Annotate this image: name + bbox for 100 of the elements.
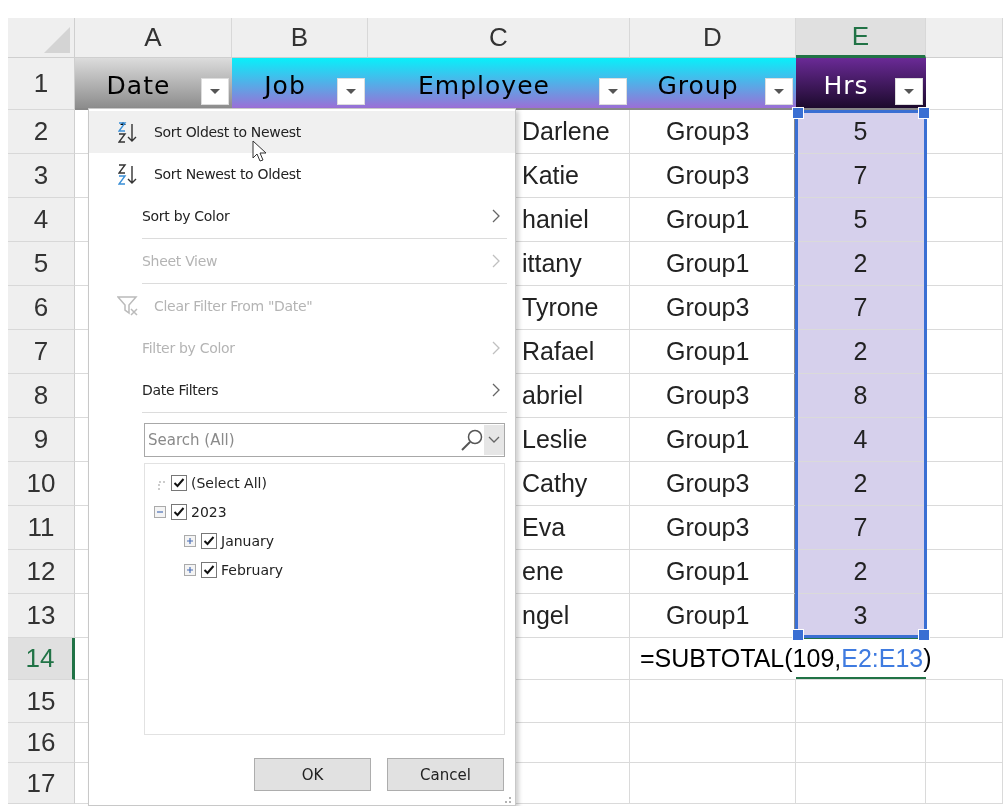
grid-cell[interactable]: [926, 763, 1003, 804]
table-cell: Group1: [630, 198, 796, 242]
row-header[interactable]: 6: [8, 286, 75, 330]
grid-cell[interactable]: [630, 763, 796, 804]
grid-cell[interactable]: [926, 462, 1003, 506]
tree-item-label[interactable]: February: [221, 561, 284, 578]
expand-toggle[interactable]: [184, 563, 196, 576]
row-header[interactable]: 5: [8, 242, 75, 286]
row-header[interactable]: 3: [8, 154, 75, 198]
column-header[interactable]: [926, 18, 1003, 58]
tree-item-label[interactable]: January: [221, 532, 275, 549]
cancel-button[interactable]: Cancel: [387, 758, 504, 791]
grid-cell[interactable]: [630, 723, 796, 763]
selection-handle[interactable]: [918, 107, 930, 119]
row-header[interactable]: 16: [8, 723, 75, 763]
sort-ascending-icon: [118, 121, 138, 143]
chevron-right-icon: [492, 341, 501, 355]
table-cell: Group3: [630, 286, 796, 330]
row-header[interactable]: 7: [8, 330, 75, 374]
table-cell: 3: [796, 594, 926, 638]
tree-item-label[interactable]: 2023: [191, 503, 227, 520]
row-header[interactable]: 15: [8, 680, 75, 723]
column-heading: Job: [264, 71, 307, 100]
grid-cell[interactable]: [926, 330, 1003, 374]
row-header[interactable]: 1: [8, 58, 75, 110]
column-heading: Hrs: [823, 71, 870, 100]
grid-cell[interactable]: [926, 506, 1003, 550]
table-cell: 8: [796, 374, 926, 418]
row-header[interactable]: 13: [8, 594, 75, 638]
row-header[interactable]: 2: [8, 110, 75, 154]
row-header[interactable]: 8: [8, 374, 75, 418]
row-header[interactable]: 10: [8, 462, 75, 506]
filter-dropdown-button[interactable]: [337, 78, 365, 105]
chevron-right-icon: [492, 209, 501, 223]
expand-toggle[interactable]: [184, 534, 196, 547]
table-cell: 7: [796, 154, 926, 198]
grid-cell[interactable]: [926, 418, 1003, 462]
select-all-corner[interactable]: [44, 27, 70, 53]
clear-filter-icon: [117, 295, 139, 317]
table-cell: Group1: [630, 330, 796, 374]
caret-down-icon: [608, 89, 618, 94]
mouse-pointer-icon: [252, 140, 268, 163]
grid-cell[interactable]: [796, 763, 926, 804]
row-header[interactable]: 17: [8, 763, 75, 804]
selection-handle[interactable]: [792, 629, 804, 641]
grid-cell[interactable]: [926, 198, 1003, 242]
sort-descending-icon: [118, 163, 138, 185]
row-header[interactable]: 14: [8, 638, 75, 680]
selection-handle[interactable]: [918, 629, 930, 641]
filter-dropdown-button[interactable]: [599, 78, 627, 105]
column-heading: Group: [657, 71, 740, 100]
table-cell: Group1: [630, 550, 796, 594]
grid-cell[interactable]: [926, 723, 1003, 763]
grid-cell[interactable]: [796, 723, 926, 763]
table-cell: 7: [796, 506, 926, 550]
checkbox[interactable]: [201, 532, 217, 549]
row-header[interactable]: 11: [8, 506, 75, 550]
checkbox[interactable]: [171, 503, 187, 520]
grid-cell[interactable]: [926, 242, 1003, 286]
grid-cell[interactable]: [926, 680, 1003, 723]
grid-cell[interactable]: [926, 374, 1003, 418]
selection-handle[interactable]: [792, 107, 804, 119]
column-heading: Employee: [418, 71, 551, 100]
checkbox[interactable]: [201, 561, 217, 578]
column-heading: Date: [106, 71, 172, 100]
column-header[interactable]: D: [630, 18, 796, 58]
tree-item-label[interactable]: (Select All): [191, 474, 267, 491]
chevron-right-icon: [492, 254, 501, 268]
column-header[interactable]: E: [796, 18, 926, 58]
caret-down-icon: [210, 89, 220, 94]
table-cell: Group3: [630, 462, 796, 506]
collapse-toggle[interactable]: [154, 505, 166, 518]
table-cell: 4: [796, 418, 926, 462]
filter-dropdown-button[interactable]: [895, 78, 923, 105]
column-header[interactable]: A: [75, 18, 232, 58]
table-cell: 2: [796, 242, 926, 286]
table-cell: Group3: [630, 154, 796, 198]
chevron-right-icon: [492, 383, 501, 397]
search-icon[interactable]: [460, 428, 484, 452]
table-cell: 7: [796, 286, 926, 330]
row-header[interactable]: 9: [8, 418, 75, 462]
checkbox[interactable]: [171, 474, 187, 491]
filter-dropdown-button[interactable]: [201, 78, 229, 105]
caret-down-icon: [904, 89, 914, 94]
menu-item[interactable]: Sort Oldest to Newest: [89, 111, 515, 153]
grid-cell[interactable]: [926, 154, 1003, 198]
search-field[interactable]: Search (All): [144, 423, 505, 457]
row-header[interactable]: 4: [8, 198, 75, 242]
filter-dropdown-button[interactable]: [765, 78, 793, 105]
grid-cell[interactable]: [630, 680, 796, 723]
caret-down-icon: [346, 89, 356, 94]
column-header[interactable]: C: [368, 18, 630, 58]
table-cell: 2: [796, 462, 926, 506]
grid-cell[interactable]: [926, 286, 1003, 330]
grid-cell[interactable]: [926, 550, 1003, 594]
resize-grip-icon[interactable]: [504, 796, 512, 804]
column-header[interactable]: B: [232, 18, 368, 58]
row-header[interactable]: 12: [8, 550, 75, 594]
ok-button[interactable]: OK: [254, 758, 371, 791]
grid-cell[interactable]: [796, 680, 926, 723]
